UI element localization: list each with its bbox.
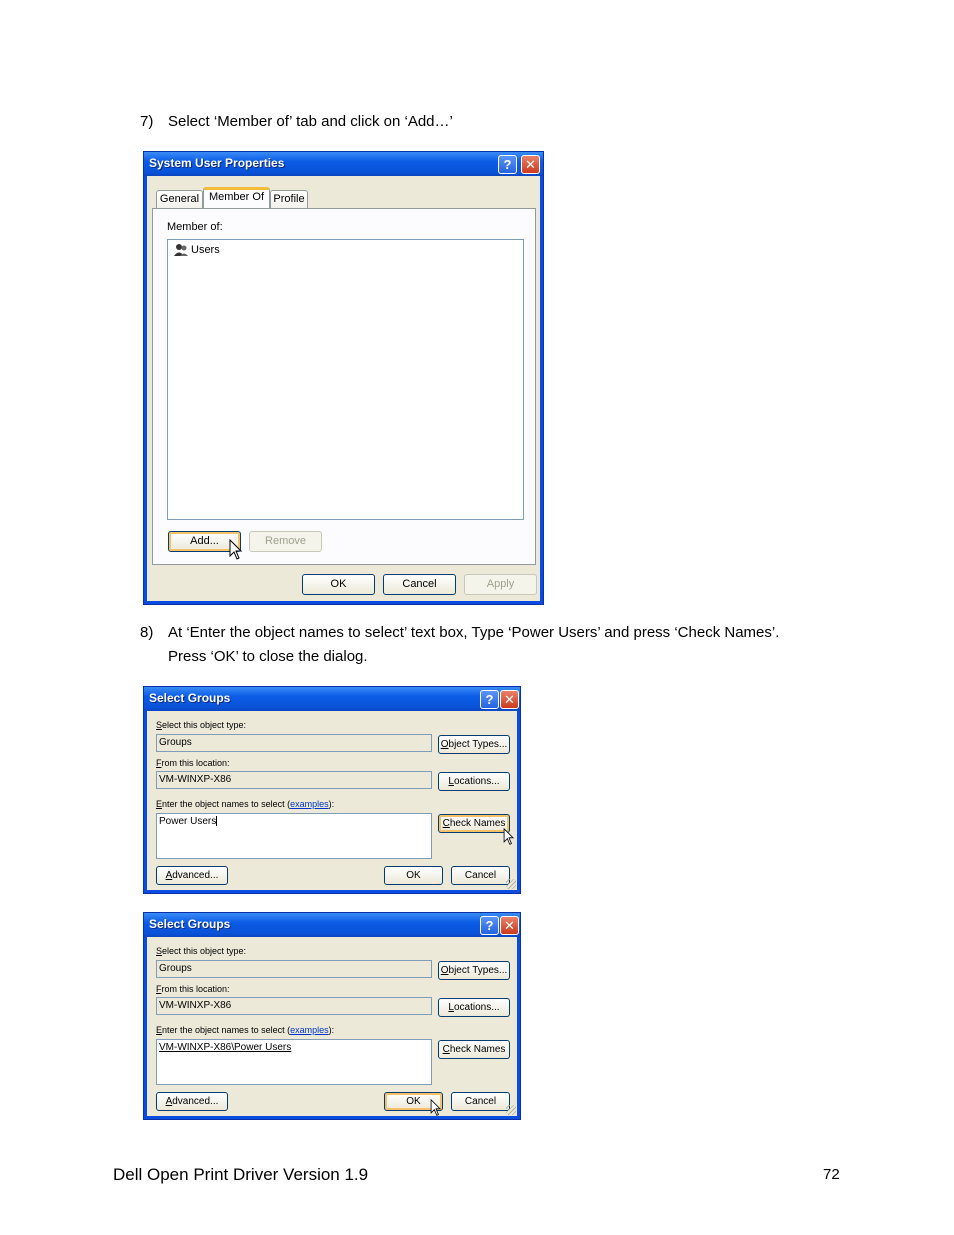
remove-button[interactable]: Remove — [249, 531, 322, 552]
cancel-button[interactable]: Cancel — [383, 574, 456, 595]
text-caret — [216, 816, 218, 827]
object-names-value: Power Users — [159, 816, 217, 827]
select-groups-dialog-after: Select Groups ? ✕ Select this object typ… — [143, 912, 521, 1120]
tab-label: General — [159, 193, 200, 205]
step-text: Select ‘Member of’ tab and click on ‘Add… — [168, 113, 453, 130]
help-icon: ? — [485, 692, 494, 707]
object-type-label: Select this object type: — [156, 946, 247, 956]
locations-button[interactable]: Locations... — [438, 998, 510, 1017]
tab-label: Profile — [273, 193, 305, 205]
resize-grip[interactable] — [506, 879, 516, 889]
tab-profile[interactable]: Profile — [270, 190, 308, 208]
member-of-panel: Member of: Users Add... Remove — [152, 208, 536, 565]
step-number: 8) — [140, 624, 154, 641]
object-names-label: Enter the object names to select (exampl… — [156, 799, 335, 809]
help-button[interactable]: ? — [480, 916, 499, 935]
dialog-client-area: Select this object type: Groups Object T… — [147, 937, 517, 1116]
step-text: At ‘Enter the object names to select’ te… — [168, 624, 780, 641]
cancel-button[interactable]: Cancel — [451, 1092, 510, 1111]
locations-button[interactable]: Locations... — [438, 772, 510, 791]
group-icon — [174, 244, 188, 256]
cancel-button[interactable]: Cancel — [451, 866, 510, 885]
apply-button[interactable]: Apply — [464, 574, 537, 595]
tab-member-of[interactable]: Member Of — [203, 187, 270, 208]
object-type-field: Groups — [156, 960, 432, 978]
close-button[interactable]: ✕ — [521, 155, 540, 174]
location-label: From this location: — [156, 984, 230, 994]
remove-button-label: Remove — [265, 535, 306, 547]
ok-button-label: OK — [406, 870, 421, 881]
member-of-list[interactable]: Users — [167, 239, 524, 520]
title-bar: Select Groups ? ✕ — [144, 687, 520, 711]
system-user-properties-dialog: System User Properties ? ✕ General Membe… — [143, 151, 544, 605]
apply-button-label: Apply — [486, 578, 515, 590]
help-icon: ? — [485, 918, 494, 933]
advanced-button[interactable]: Advanced... — [156, 866, 228, 885]
footer-title: Dell Open Print Driver Version 1.9 — [113, 1165, 369, 1184]
location-field: VM-WINXP-X86 — [156, 771, 432, 789]
step-text-line2: Press ‘OK’ to close the dialog. — [168, 648, 368, 665]
list-item[interactable]: Users — [174, 242, 220, 258]
cancel-button-label: Cancel — [464, 1096, 497, 1107]
dialog-title: Select Groups — [149, 691, 231, 705]
ok-button-label: OK — [406, 1096, 421, 1107]
title-bar: System User Properties ? ✕ — [144, 152, 543, 176]
dialog-title: Select Groups — [149, 917, 231, 931]
cancel-button-label: Cancel — [464, 870, 497, 881]
ok-button-label: OK — [330, 578, 347, 590]
object-names-value: VM-WINXP-X86\Power Users — [159, 1042, 292, 1053]
object-types-button[interactable]: Object Types... — [438, 735, 510, 754]
ok-button[interactable]: OK — [302, 574, 375, 595]
examples-link[interactable]: examples — [290, 799, 329, 809]
add-button-label: Add... — [190, 535, 219, 547]
object-types-button[interactable]: Object Types... — [438, 961, 510, 980]
help-button[interactable]: ? — [498, 155, 517, 174]
close-button[interactable]: ✕ — [500, 690, 519, 709]
tab-strip: General Member Of Profile — [154, 187, 534, 208]
object-type-field: Groups — [156, 734, 432, 752]
check-names-button[interactable]: Check Names — [438, 814, 510, 833]
object-type-label: Select this object type: — [156, 720, 247, 730]
dialog-title: System User Properties — [149, 156, 285, 170]
title-bar: Select Groups ? ✕ — [144, 913, 520, 937]
examples-link[interactable]: examples — [290, 1025, 329, 1035]
close-icon: ✕ — [504, 918, 515, 933]
check-names-button[interactable]: Check Names — [438, 1040, 510, 1059]
object-names-input[interactable]: Power Users — [156, 813, 432, 859]
ok-button[interactable]: OK — [384, 866, 443, 885]
dialog-client-area: General Member Of Profile Member of: Use… — [147, 176, 540, 601]
location-label: From this location: — [156, 758, 230, 768]
mouse-pointer-icon — [229, 539, 243, 560]
close-icon: ✕ — [504, 692, 515, 707]
page-number: 72 — [823, 1166, 840, 1183]
select-groups-dialog-before: Select Groups ? ✕ Select this object typ… — [143, 686, 521, 894]
location-field: VM-WINXP-X86 — [156, 997, 432, 1015]
mouse-pointer-icon — [430, 1099, 442, 1116]
help-icon: ? — [503, 157, 512, 172]
step-number: 7) — [140, 113, 154, 130]
object-names-label: Enter the object names to select (exampl… — [156, 1025, 335, 1035]
member-of-label: Member of: — [167, 221, 223, 233]
dialog-client-area: Select this object type: Groups Object T… — [147, 711, 517, 890]
object-names-input[interactable]: VM-WINXP-X86\Power Users — [156, 1039, 432, 1085]
list-item-label: Users — [191, 244, 220, 256]
mouse-pointer-icon — [503, 828, 515, 845]
resize-grip[interactable] — [506, 1105, 516, 1115]
close-button[interactable]: ✕ — [500, 916, 519, 935]
cancel-button-label: Cancel — [402, 578, 437, 590]
help-button[interactable]: ? — [480, 690, 499, 709]
tab-general[interactable]: General — [156, 190, 203, 208]
tab-label: Member Of — [208, 191, 264, 203]
close-icon: ✕ — [525, 157, 536, 172]
advanced-button[interactable]: Advanced... — [156, 1092, 228, 1111]
